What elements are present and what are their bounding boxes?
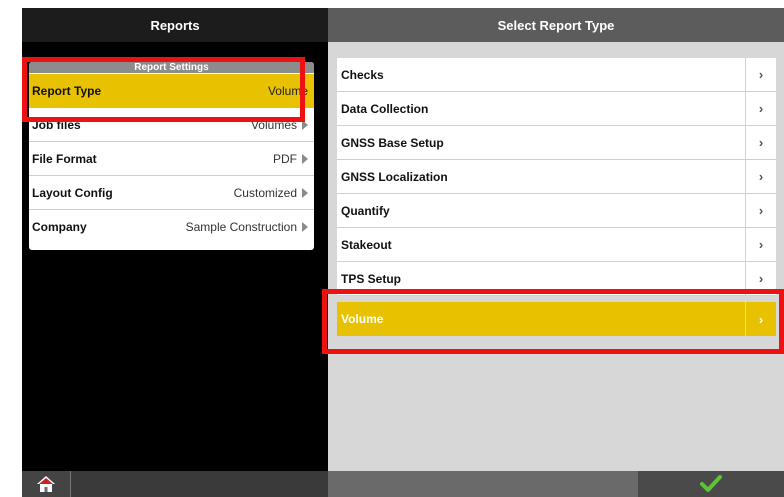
report-type-stakeout[interactable]: Stakeout › bbox=[337, 228, 776, 262]
report-type-label: GNSS Localization bbox=[341, 169, 448, 184]
triangle-right-icon bbox=[302, 187, 308, 198]
setting-value-text: PDF bbox=[273, 151, 297, 166]
report-type-label: TPS Setup bbox=[341, 271, 402, 286]
checkmark-icon bbox=[700, 475, 722, 492]
setting-value-text: Sample Construction bbox=[185, 220, 297, 234]
home-button[interactable] bbox=[22, 471, 71, 497]
report-type-label: Quantify bbox=[341, 203, 390, 218]
chevron-right-icon: › bbox=[745, 92, 776, 125]
setting-label: Company bbox=[32, 220, 87, 234]
setting-row-job-files[interactable]: Job files Volumes bbox=[29, 108, 314, 142]
setting-label: Layout Config bbox=[32, 185, 113, 200]
confirm-button[interactable] bbox=[638, 471, 784, 497]
setting-value: Sample Construction bbox=[186, 220, 308, 234]
report-type-gnss-base-setup[interactable]: GNSS Base Setup › bbox=[337, 126, 776, 160]
setting-row-layout-config[interactable]: Layout Config Customized bbox=[29, 176, 314, 210]
setting-value: Volume bbox=[268, 84, 308, 98]
report-type-label: Stakeout bbox=[341, 237, 392, 252]
chevron-right-icon: › bbox=[745, 160, 776, 193]
report-type-quantify[interactable]: Quantify › bbox=[337, 194, 776, 228]
setting-value-text: Volumes bbox=[250, 117, 297, 132]
chevron-right-icon: › bbox=[745, 302, 776, 336]
report-type-label: Data Collection bbox=[341, 101, 429, 116]
setting-row-company[interactable]: Company Sample Construction bbox=[29, 210, 314, 244]
setting-label: Job files bbox=[32, 117, 81, 132]
report-type-gnss-localization[interactable]: GNSS Localization › bbox=[337, 160, 776, 194]
reports-header: Reports bbox=[22, 8, 328, 42]
setting-value: Volumes bbox=[251, 118, 308, 132]
chevron-right-icon: › bbox=[745, 58, 776, 91]
reports-panel: Reports Report Settings Report Type Volu… bbox=[22, 8, 328, 497]
chevron-right-icon: › bbox=[745, 262, 776, 295]
report-settings-card: Report Settings Report Type Volume Job f… bbox=[29, 62, 314, 250]
triangle-right-icon bbox=[302, 153, 308, 164]
report-type-volume[interactable]: Volume › bbox=[337, 302, 776, 336]
triangle-right-icon bbox=[302, 222, 308, 232]
chevron-right-icon: › bbox=[745, 194, 776, 227]
report-type-label: Volume bbox=[341, 312, 384, 326]
bottom-toolbar bbox=[22, 471, 784, 497]
report-type-checks[interactable]: Checks › bbox=[337, 58, 776, 92]
report-type-data-collection[interactable]: Data Collection › bbox=[337, 92, 776, 126]
select-report-type-header: Select Report Type bbox=[328, 8, 784, 42]
setting-label: File Format bbox=[32, 151, 97, 166]
setting-row-file-format[interactable]: File Format PDF bbox=[29, 142, 314, 176]
report-type-label: Checks bbox=[341, 67, 384, 82]
triangle-right-icon bbox=[302, 119, 308, 130]
setting-value-text: Customized bbox=[233, 185, 297, 200]
select-report-type-panel: Select Report Type Checks › Data Collect… bbox=[328, 8, 784, 497]
report-type-label: GNSS Base Setup bbox=[341, 135, 444, 150]
chevron-right-icon: › bbox=[745, 126, 776, 159]
chevron-right-icon: › bbox=[745, 228, 776, 261]
report-type-tps-setup[interactable]: TPS Setup › bbox=[337, 262, 776, 296]
setting-value-text: Volume bbox=[267, 84, 308, 98]
setting-value: PDF bbox=[273, 152, 308, 166]
device-screen: Reports Report Settings Report Type Volu… bbox=[22, 8, 784, 497]
home-icon bbox=[37, 476, 55, 492]
setting-row-report-type[interactable]: Report Type Volume bbox=[29, 74, 314, 108]
toolbar-spacer bbox=[328, 471, 638, 497]
setting-value: Customized bbox=[234, 186, 308, 200]
report-settings-title: Report Settings bbox=[29, 62, 314, 73]
setting-label: Report Type bbox=[32, 84, 102, 98]
